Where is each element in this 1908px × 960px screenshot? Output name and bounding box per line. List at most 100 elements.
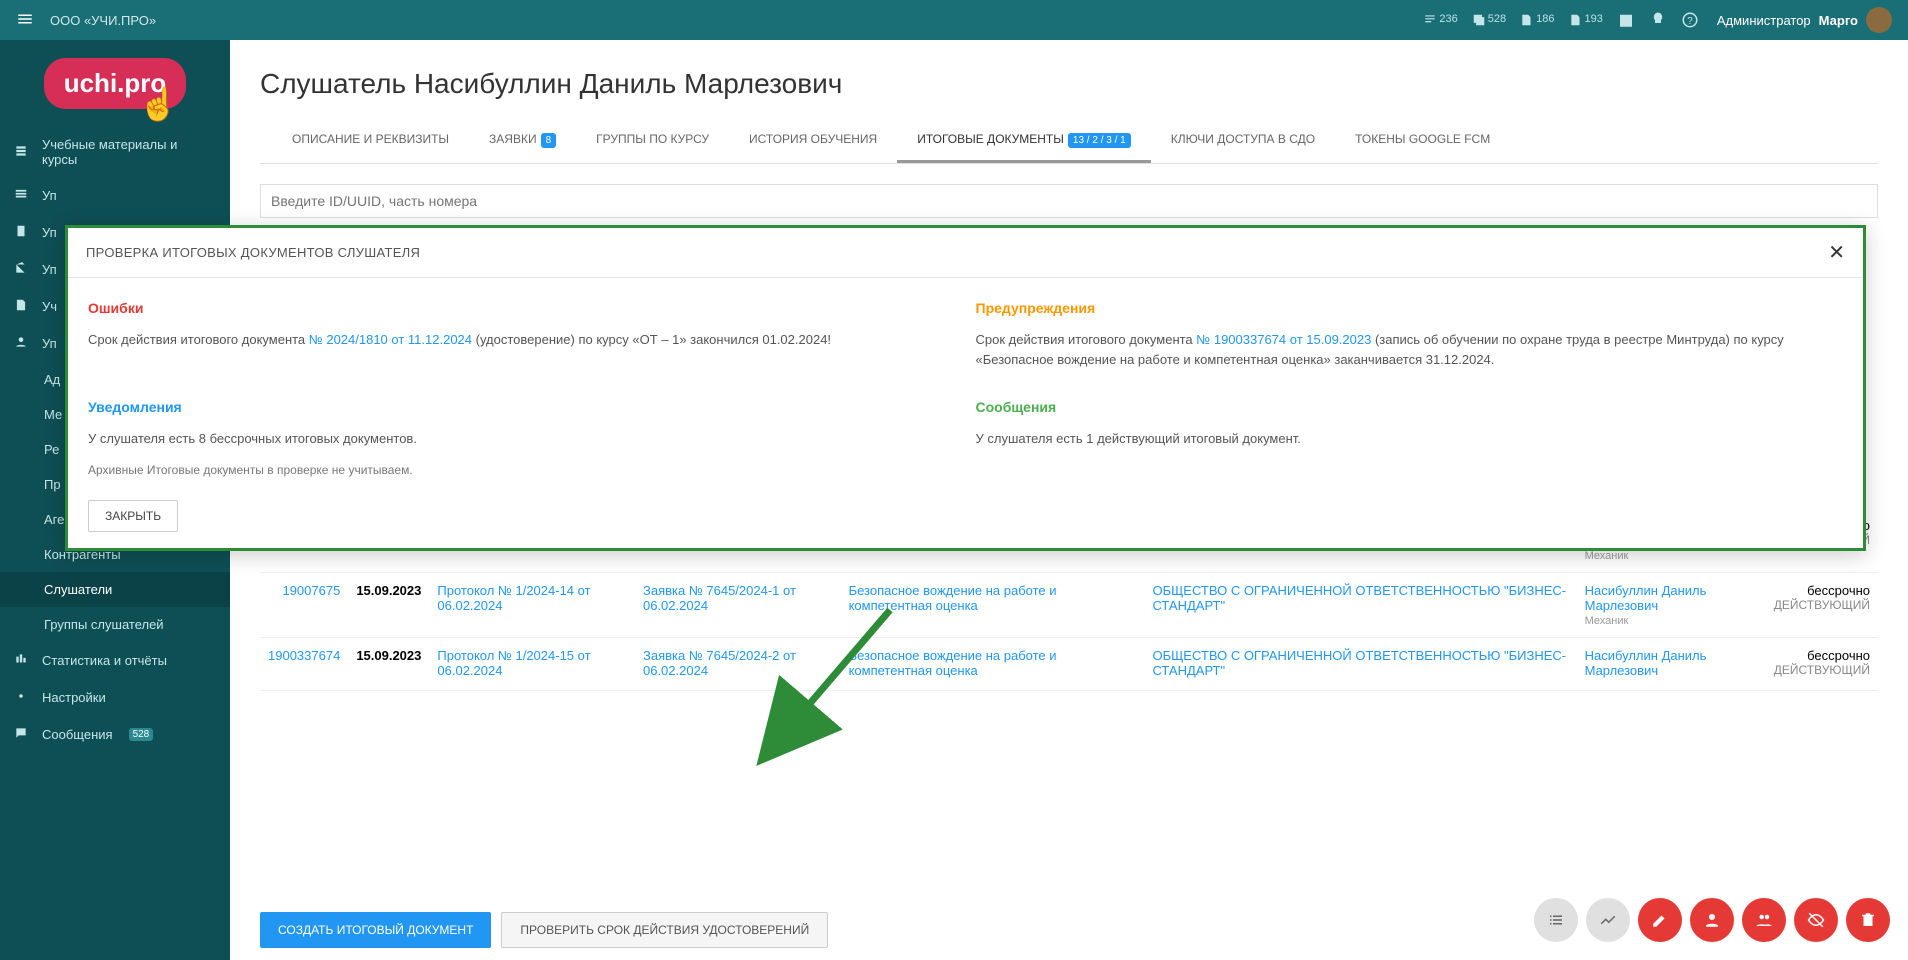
warning-doc-link[interactable]: № 1900337674 от 15.09.2023	[1196, 332, 1371, 347]
tab-requests[interactable]: ЗАЯВКИ8	[469, 118, 576, 163]
notif-item-3[interactable]: 186	[1520, 13, 1554, 27]
nav-stats[interactable]: Статистика и отчёты	[0, 642, 230, 679]
modal-title: ПРОВЕРКА ИТОГОВЫХ ДОКУМЕНТОВ СЛУШАТЕЛЯ	[86, 245, 420, 260]
nav-label: Уп	[42, 336, 57, 351]
table-row[interactable]: 1900337674 15.09.2023 Протокол № 1/2024-15…	[260, 638, 1878, 691]
user-role: Администратор	[1717, 13, 1811, 28]
nav-label: Сообщения	[42, 727, 113, 742]
fab-group-icon[interactable]	[1742, 898, 1786, 942]
row-id[interactable]: 19007675	[282, 583, 340, 598]
user-name: Марго	[1819, 13, 1858, 28]
check-expiry-button[interactable]: ПРОВЕРИТЬ СРОК ДЕЙСТВИЯ УДОСТОВЕРЕНИЙ	[501, 912, 828, 948]
notif-item-4[interactable]: 193	[1569, 13, 1603, 27]
logo-area: uchi.pro☝	[0, 40, 230, 127]
help-icon[interactable]: ?	[1681, 11, 1699, 29]
nav-settings[interactable]: Настройки	[0, 679, 230, 716]
row-course[interactable]: Безопасное вождение на работе и компетен…	[849, 583, 1057, 613]
fab-edit-icon[interactable]	[1638, 898, 1682, 942]
row-company[interactable]: ОБЩЕСТВО С ОГРАНИЧЕННОЙ ОТВЕТСТВЕННОСТЬЮ…	[1152, 583, 1566, 613]
row-course[interactable]: Безопасное вождение на работе и компетен…	[849, 648, 1057, 678]
nav-label: Учебные материалы и курсы	[42, 137, 216, 167]
nav-label: Ад	[44, 372, 60, 387]
nav-up1[interactable]: Уп	[0, 177, 230, 214]
modal-header: ПРОВЕРКА ИТОГОВЫХ ДОКУМЕНТОВ СЛУШАТЕЛЯ ✕	[68, 228, 1863, 278]
row-request[interactable]: Заявка № 7645/2024-1 от 06.02.2024	[643, 583, 796, 613]
modal: ПРОВЕРКА ИТОГОВЫХ ДОКУМЕНТОВ СЛУШАТЕЛЯ ✕…	[65, 225, 1866, 551]
nav-label: Уп	[42, 225, 57, 240]
logo[interactable]: uchi.pro☝	[44, 58, 187, 109]
error-doc-link[interactable]: № 2024/1810 от 11.12.2024	[309, 332, 472, 347]
fab-person-icon[interactable]	[1690, 898, 1734, 942]
notices-section: Уведомления У слушателя есть 8 бессрочны…	[88, 399, 956, 449]
row-position: Механик	[1585, 615, 1758, 627]
fab-list-icon[interactable]	[1534, 898, 1578, 942]
fab-delete-icon[interactable]	[1846, 898, 1890, 942]
nav-label: Настройки	[42, 690, 106, 705]
notices-text: У слушателя есть 8 бессрочных итоговых д…	[88, 429, 956, 449]
notif-item-2[interactable]: 528	[1472, 13, 1506, 27]
row-listener[interactable]: Насибуллин Даниль Марлезович	[1585, 648, 1707, 678]
fab-row	[1534, 898, 1890, 942]
fab-hide-icon[interactable]	[1794, 898, 1838, 942]
topbar-right: 236 528 186 193 ?	[1423, 7, 1892, 33]
tabs: ОПИСАНИЕ И РЕКВИЗИТЫ ЗАЯВКИ8 ГРУППЫ ПО К…	[260, 118, 1878, 164]
tab-docs[interactable]: ИТОГОВЫЕ ДОКУМЕНТЫ13 / 2 / 3 / 1	[897, 118, 1151, 163]
row-company[interactable]: ОБЩЕСТВО С ОГРАНИЧЕННОЙ ОТВЕТСТВЕННОСТЬЮ…	[1152, 648, 1566, 678]
calendar-icon[interactable]	[1617, 11, 1635, 29]
row-listener[interactable]: Насибуллин Даниль Марлезович	[1585, 583, 1707, 613]
modal-actions: ЗАКРЫТЬ	[68, 489, 1863, 548]
nav-materials[interactable]: Учебные материалы и курсы	[0, 127, 230, 177]
avatar[interactable]	[1866, 7, 1892, 33]
notif-count-4: 193	[1585, 13, 1603, 25]
menu-icon[interactable]	[16, 10, 34, 31]
modal-footer-note: Архивные Итоговые документы в проверке н…	[68, 459, 1863, 489]
page-title: Слушатель Насибуллин Даниль Марлезович	[260, 68, 1878, 100]
warnings-title: Предупреждения	[976, 300, 1844, 316]
row-id[interactable]: 1900337674	[268, 648, 340, 663]
tab-tokens[interactable]: ТОКЕНЫ GOOGLE FCM	[1335, 118, 1510, 163]
tab-keys[interactable]: КЛЮЧИ ДОСТУПА В СДО	[1151, 118, 1335, 163]
notices-title: Уведомления	[88, 399, 956, 415]
topbar-left: ООО «УЧИ.ПРО»	[16, 10, 156, 31]
nav-messages[interactable]: Сообщения528	[0, 716, 230, 753]
errors-title: Ошибки	[88, 300, 956, 316]
row-date: 15.09.2023	[348, 573, 429, 638]
messages-title: Сообщения	[976, 399, 1844, 415]
tab-groups[interactable]: ГРУППЫ ПО КУРСУ	[576, 118, 729, 163]
row-status: бессрочноДЕЙСТВУЮЩИЙ	[1766, 638, 1878, 691]
modal-close-button[interactable]: ЗАКРЫТЬ	[88, 500, 178, 532]
notif-group: 236 528 186 193 ?	[1423, 11, 1698, 29]
close-icon[interactable]: ✕	[1828, 240, 1845, 265]
nav-label: Уп	[42, 188, 57, 203]
row-protocol[interactable]: Протокол № 1/2024-15 от 06.02.2024	[437, 648, 590, 678]
notif-item-1[interactable]: 236	[1423, 13, 1457, 27]
tab-badge: 8	[541, 133, 557, 148]
fab-chart-icon[interactable]	[1586, 898, 1630, 942]
row-date: 15.09.2023	[348, 638, 429, 691]
row-protocol[interactable]: Протокол № 1/2024-14 от 06.02.2024	[437, 583, 590, 613]
bulb-icon[interactable]	[1649, 11, 1667, 29]
nav-listeners[interactable]: Слушатели	[0, 572, 230, 607]
svg-text:?: ?	[1687, 16, 1693, 27]
tab-badge: 13 / 2 / 3 / 1	[1068, 133, 1131, 148]
modal-body: Ошибки Срок действия итогового документа…	[68, 278, 1863, 459]
nav-label: Пр	[44, 477, 61, 492]
create-doc-button[interactable]: СОЗДАТЬ ИТОГОВЫЙ ДОКУМЕНТ	[260, 912, 491, 948]
user-block[interactable]: Администратор Марго	[1717, 7, 1892, 33]
org-name: ООО «УЧИ.ПРО»	[50, 13, 156, 28]
tab-history[interactable]: ИСТОРИЯ ОБУЧЕНИЯ	[729, 118, 897, 163]
warnings-text: Срок действия итогового документа № 1900…	[976, 330, 1844, 369]
table-row[interactable]: 19007675 15.09.2023 Протокол № 1/2024-14 о…	[260, 573, 1878, 638]
errors-text: Срок действия итогового документа № 2024…	[88, 330, 956, 350]
tab-description[interactable]: ОПИСАНИЕ И РЕКВИЗИТЫ	[272, 118, 469, 163]
messages-section: Сообщения У слушателя есть 1 действующий…	[976, 399, 1844, 449]
nav-label: Ме	[44, 407, 62, 422]
filter-input[interactable]	[260, 184, 1878, 218]
row-request[interactable]: Заявка № 7645/2024-2 от 06.02.2024	[643, 648, 796, 678]
bottom-actions: СОЗДАТЬ ИТОГОВЫЙ ДОКУМЕНТ ПРОВЕРИТЬ СРОК…	[260, 912, 828, 948]
nav-groups[interactable]: Группы слушателей	[0, 607, 230, 642]
topbar: ООО «УЧИ.ПРО» 236 528 186 193	[0, 0, 1908, 40]
notif-count-1: 236	[1439, 13, 1457, 25]
row-status: бессрочноДЕЙСТВУЮЩИЙ	[1766, 573, 1878, 638]
errors-section: Ошибки Срок действия итогового документа…	[88, 300, 956, 369]
